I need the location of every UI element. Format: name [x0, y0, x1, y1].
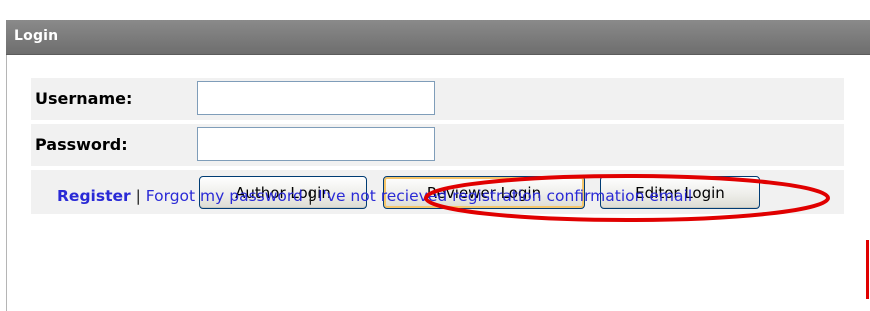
login-panel: Username: Password: Author Login Reviewe…	[6, 55, 870, 311]
confirmation-email-link[interactable]: I've not recieved registration confirmat…	[318, 187, 692, 205]
username-row: Username:	[31, 78, 844, 120]
username-input[interactable]	[197, 81, 435, 115]
password-input[interactable]	[197, 127, 435, 161]
password-cell	[193, 124, 844, 166]
password-label: Password:	[35, 135, 128, 154]
login-title: Login	[14, 28, 59, 44]
password-row: Password:	[31, 124, 844, 166]
annotation-mark	[866, 240, 869, 299]
login-page: Login Username: Password: Author Login R…	[0, 0, 870, 311]
register-link[interactable]: Register	[57, 187, 131, 205]
link-separator: |	[307, 187, 313, 205]
link-separator: |	[135, 187, 141, 205]
username-label: Username:	[35, 89, 133, 108]
username-cell	[193, 78, 844, 120]
forgot-password-link[interactable]: Forgot my password	[146, 187, 303, 205]
login-links: Register | Forgot my password | I've not…	[57, 187, 692, 205]
login-titlebar: Login	[6, 20, 870, 55]
